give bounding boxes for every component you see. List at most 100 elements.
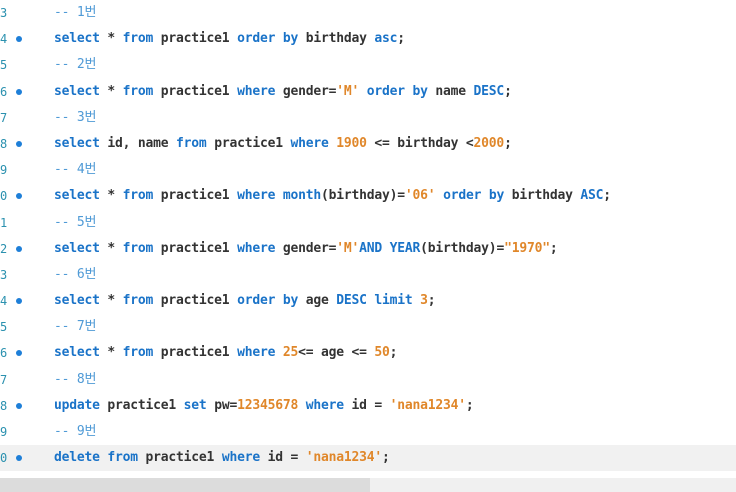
- token-str: 'nana1234': [305, 450, 383, 466]
- line-number: 3: [0, 6, 8, 20]
- token-op: [359, 84, 367, 99]
- token-num: 3: [420, 293, 428, 309]
- code-line[interactable]: 5 -- 7번: [0, 314, 736, 340]
- token-op: ;: [549, 240, 558, 256]
- token-kw: from: [122, 188, 154, 204]
- token-kw: order by: [237, 293, 299, 309]
- code-line[interactable]: 8 update practice1 set pw=12345678 where …: [0, 393, 736, 419]
- sql-statement[interactable]: update practice1 set pw=12345678 where i…: [54, 393, 474, 419]
- token-op: *: [99, 188, 123, 204]
- horizontal-scrollbar[interactable]: [0, 478, 736, 492]
- sql-statement[interactable]: select * from practice1 where gender='M'…: [54, 79, 512, 105]
- code-line[interactable]: 8 select id, name from practice1 where 19…: [0, 131, 736, 157]
- code-line[interactable]: 3 -- 1번: [0, 0, 736, 26]
- token-op: *: [99, 293, 123, 309]
- comment-text[interactable]: -- 4번: [54, 157, 96, 183]
- token-kw: where: [290, 135, 329, 151]
- comment-text[interactable]: -- 7번: [54, 314, 96, 340]
- token-op: *: [99, 83, 123, 99]
- token-op: [275, 188, 283, 203]
- code-line[interactable]: 5 -- 2번: [0, 52, 736, 78]
- comment-text[interactable]: -- 5번: [54, 210, 96, 236]
- sql-statement[interactable]: select * from practice1 where 25<= age <…: [54, 340, 398, 366]
- line-number: 5: [0, 58, 8, 73]
- token-id: (birthday)=: [420, 240, 505, 256]
- code-line[interactable]: 3 -- 6번: [0, 262, 736, 288]
- token-kw: asc: [374, 31, 398, 47]
- token-str: 'M': [336, 240, 360, 256]
- sql-statement[interactable]: select * from practice1 where month(birt…: [54, 183, 611, 209]
- token-id: gender=: [275, 240, 337, 256]
- token-kw: from: [122, 240, 154, 256]
- execution-dot-icon[interactable]: [16, 36, 22, 43]
- token-kw: select: [54, 83, 100, 99]
- sql-statement[interactable]: select * from practice1 order by age DES…: [54, 288, 436, 314]
- code-line[interactable]: 1 -- 5번: [0, 210, 736, 236]
- token-id: birthday: [298, 31, 375, 47]
- execution-dot-icon[interactable]: [16, 402, 22, 409]
- comment-text[interactable]: -- 2번: [54, 52, 96, 78]
- code-line[interactable]: 0 select * from practice1 where month(bir…: [0, 183, 736, 209]
- comment-text[interactable]: -- 8번: [54, 367, 96, 393]
- comment-text[interactable]: -- 1번: [54, 0, 96, 26]
- code-line[interactable]: 4 select * from practice1 order by birthd…: [0, 26, 736, 52]
- code-line[interactable]: 7 -- 8번: [0, 367, 736, 393]
- token-kw: delete: [54, 450, 100, 466]
- code-line[interactable]: 4 select * from practice1 order by age DE…: [0, 288, 736, 314]
- token-kw: where: [237, 83, 276, 99]
- token-kw: where: [237, 240, 276, 256]
- token-kw: update: [54, 397, 100, 413]
- token-op: ;: [397, 31, 405, 47]
- token-op: ;: [504, 83, 512, 99]
- code-line[interactable]: 7 -- 3번: [0, 105, 736, 131]
- execution-dot-icon[interactable]: [16, 298, 22, 305]
- code-line[interactable]: 9 -- 4번: [0, 157, 736, 183]
- token-kw: from: [122, 83, 154, 99]
- token-cm: -- 8번: [54, 371, 97, 387]
- execution-dot-icon[interactable]: [16, 88, 22, 95]
- token-num: 25: [282, 345, 299, 361]
- execution-dot-icon[interactable]: [16, 245, 22, 252]
- line-number: 0: [0, 451, 8, 466]
- token-id: (birthday)=: [321, 188, 405, 204]
- execution-dot-icon[interactable]: [16, 455, 22, 462]
- token-kw: select: [54, 188, 100, 204]
- token-kw: from: [122, 293, 154, 309]
- line-number: 1: [0, 215, 8, 230]
- line-number: 7: [0, 110, 8, 125]
- token-kw: select: [54, 345, 100, 361]
- comment-text[interactable]: -- 9번: [54, 419, 96, 445]
- line-number: 4: [0, 294, 8, 309]
- token-id: <= age <=: [298, 345, 375, 361]
- code-line[interactable]: 9 -- 9번: [0, 419, 736, 445]
- token-kw: from: [122, 31, 154, 47]
- token-kw: select: [54, 135, 100, 151]
- execution-dot-icon[interactable]: [16, 193, 22, 200]
- token-kw: ASC: [580, 188, 604, 204]
- token-id: practice1: [153, 240, 238, 256]
- execution-dot-icon[interactable]: [16, 140, 22, 147]
- comment-text[interactable]: -- 6번: [54, 262, 96, 288]
- line-number: 8: [0, 136, 8, 151]
- comment-text[interactable]: -- 3번: [54, 105, 96, 131]
- sql-statement[interactable]: delete from practice1 where id = 'nana12…: [54, 445, 390, 471]
- token-kw: DESC limit: [336, 293, 413, 309]
- token-kw: select: [54, 293, 100, 309]
- token-id: gender=: [275, 83, 337, 99]
- current-code-line[interactable]: 0 delete from practice1 where id = 'nana1…: [0, 445, 736, 472]
- line-number: 4: [0, 32, 8, 47]
- token-kw: where: [237, 345, 276, 361]
- token-kw: DESC: [473, 83, 505, 99]
- sql-statement[interactable]: select * from practice1 where gender='M'…: [54, 236, 558, 262]
- execution-dot-icon[interactable]: [16, 350, 22, 357]
- code-line[interactable]: 6 select * from practice1 where gender='M…: [0, 79, 736, 105]
- sql-statement[interactable]: select id, name from practice1 where 190…: [54, 131, 512, 157]
- code-line[interactable]: 2 select * from practice1 where gender='M…: [0, 236, 736, 262]
- scrollbar-thumb[interactable]: [0, 478, 370, 492]
- token-op: ;: [504, 135, 512, 151]
- sql-editor[interactable]: 3 -- 1번 4 select * from practice1 order by …: [0, 0, 736, 492]
- sql-statement[interactable]: select * from practice1 order by birthda…: [54, 26, 405, 52]
- token-kw: order by: [443, 188, 505, 204]
- code-line[interactable]: 6 select * from practice1 where 25<= age …: [0, 340, 736, 366]
- token-kw: set: [183, 397, 207, 413]
